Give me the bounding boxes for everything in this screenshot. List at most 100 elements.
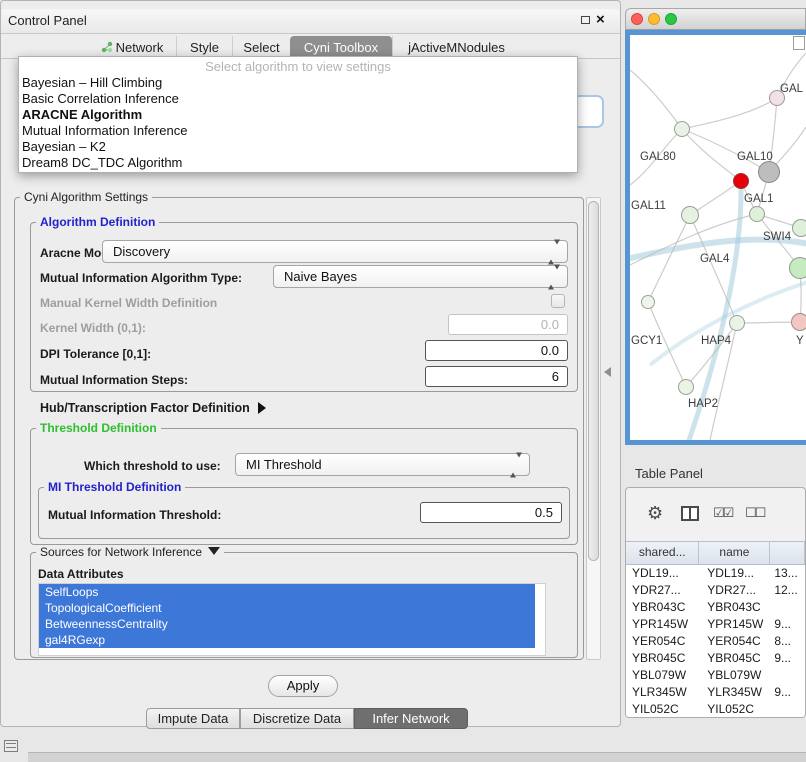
network-node[interactable] bbox=[758, 161, 780, 183]
which-threshold-select[interactable]: MI Threshold bbox=[235, 453, 530, 476]
table-row[interactable]: YPR145WYPR145W9... bbox=[626, 616, 805, 633]
tab-label: Style bbox=[190, 40, 219, 55]
data-attributes-label: Data Attributes bbox=[38, 567, 124, 581]
table-cell: 9... bbox=[770, 684, 805, 701]
table-cell: 12... bbox=[770, 582, 805, 599]
network-node-label: SWI4 bbox=[763, 231, 791, 243]
columns-icon[interactable] bbox=[681, 506, 699, 521]
mi-threshold-group-title: MI Threshold Definition bbox=[44, 481, 185, 494]
combo-arrows-icon bbox=[548, 241, 560, 262]
mi-type-value: Naive Bayes bbox=[284, 269, 357, 284]
mi-threshold-field[interactable]: 0.5 bbox=[420, 502, 562, 523]
settings-scrollbar-thumb[interactable] bbox=[588, 201, 599, 561]
zoom-traffic-light[interactable] bbox=[665, 13, 677, 25]
network-node[interactable] bbox=[641, 295, 655, 309]
close-icon[interactable]: × bbox=[596, 13, 605, 27]
screen: Control Panel × Network Style Select Cyn… bbox=[0, 0, 806, 762]
dropdown-item[interactable]: Mutual Information Inference bbox=[19, 123, 577, 139]
table-cell: YER054C bbox=[626, 633, 699, 650]
dropdown-item-selected[interactable]: ARACNE Algorithm bbox=[19, 107, 577, 123]
algorithm-dropdown-popup: Select algorithm to view settings Bayesi… bbox=[18, 56, 578, 173]
sources-disclosure[interactable]: Sources for Network Inference bbox=[36, 546, 224, 559]
network-node-label: Y bbox=[796, 335, 804, 347]
list-item[interactable]: TopologicalCoefficient bbox=[39, 600, 535, 616]
network-node-label: HAP4 bbox=[701, 335, 731, 347]
aracne-mode-select[interactable]: Discovery bbox=[102, 240, 568, 263]
select-all-icon[interactable]: ☑☑ bbox=[713, 505, 732, 521]
network-node[interactable] bbox=[729, 315, 745, 331]
network-node[interactable] bbox=[674, 121, 690, 137]
aracne-mode-value: Discovery bbox=[113, 244, 170, 259]
table-cell: YBR043C bbox=[626, 599, 699, 616]
network-icon bbox=[101, 41, 113, 53]
network-node[interactable] bbox=[749, 206, 765, 222]
table-row[interactable]: YDR27...YDR27...12... bbox=[626, 582, 805, 599]
dropdown-item[interactable]: Bayesian – Hill Climbing bbox=[19, 75, 577, 91]
kernel-width-field[interactable]: 0.0 bbox=[448, 314, 568, 335]
dropdown-item[interactable]: Basic Correlation Inference bbox=[19, 91, 577, 107]
network-node[interactable] bbox=[792, 219, 806, 237]
gear-icon[interactable]: ⚙ bbox=[647, 503, 663, 524]
column-header[interactable]: shared... bbox=[626, 542, 699, 564]
table-cell: YDR27... bbox=[626, 582, 699, 599]
table-cell: YBR045C bbox=[626, 650, 699, 667]
list-item[interactable]: BetweennessCentrality bbox=[39, 616, 535, 632]
manual-kernel-checkbox[interactable] bbox=[551, 294, 565, 308]
table-cell: YDL19... bbox=[699, 565, 770, 582]
network-node[interactable] bbox=[681, 206, 699, 224]
minimize-traffic-light[interactable] bbox=[648, 13, 660, 25]
table-cell: YDR27... bbox=[699, 582, 770, 599]
mi-type-select[interactable]: Naive Bayes bbox=[273, 265, 568, 288]
threshold-definition-title: Threshold Definition bbox=[36, 422, 161, 435]
network-node[interactable] bbox=[789, 257, 806, 279]
list-item[interactable]: SelfLoops bbox=[39, 584, 535, 600]
combo-arrows-icon bbox=[510, 454, 522, 475]
bottom-status-strip bbox=[28, 752, 806, 762]
table-row[interactable]: YIL052CYIL052C bbox=[626, 701, 805, 718]
column-header[interactable] bbox=[770, 542, 805, 564]
network-node[interactable] bbox=[678, 379, 694, 395]
dpi-tolerance-label: DPI Tolerance [0,1]: bbox=[40, 347, 151, 361]
network-node-label: GCY1 bbox=[631, 335, 662, 347]
table-row[interactable]: YBL079WYBL079W bbox=[626, 667, 805, 684]
table-row[interactable]: YBR043CYBR043C bbox=[626, 599, 805, 616]
network-canvas[interactable]: GALGAL80GAL10GAL1GAL11SWI4GAL4GCY1HAP4YH… bbox=[630, 35, 806, 440]
network-node-label: GAL10 bbox=[737, 151, 773, 163]
deselect-all-icon[interactable]: ☐☐ bbox=[745, 505, 764, 521]
panel-grip-icon[interactable] bbox=[4, 740, 18, 752]
canvas-scrollbar-button[interactable] bbox=[793, 36, 805, 50]
algorithm-definition-title: Algorithm Definition bbox=[36, 216, 159, 229]
table-cell: YDL19... bbox=[626, 565, 699, 582]
table-cell: 9... bbox=[770, 616, 805, 633]
table-cell: 9... bbox=[770, 650, 805, 667]
collapse-split-arrow-icon[interactable] bbox=[604, 367, 611, 377]
list-item[interactable]: gal4RGexp bbox=[39, 632, 535, 648]
table-cell: YBL079W bbox=[699, 667, 770, 684]
dropdown-item[interactable]: Dream8 DC_TDC Algorithm bbox=[19, 155, 577, 171]
float-window-icon[interactable] bbox=[581, 16, 590, 24]
table-cell: YLR345W bbox=[699, 684, 770, 701]
tab-impute-data[interactable]: Impute Data bbox=[146, 708, 240, 729]
close-traffic-light[interactable] bbox=[631, 13, 643, 25]
tab-infer-network[interactable]: Infer Network bbox=[354, 708, 468, 729]
tab-discretize-data[interactable]: Discretize Data bbox=[240, 708, 354, 729]
dropdown-placeholder: Select algorithm to view settings bbox=[19, 59, 577, 75]
mi-steps-field[interactable]: 6 bbox=[425, 366, 568, 387]
table-row[interactable]: YDL19...YDL19...13... bbox=[626, 565, 805, 582]
apply-button[interactable]: Apply bbox=[268, 675, 338, 697]
column-header[interactable]: name bbox=[699, 542, 770, 564]
sources-title: Sources for Network Inference bbox=[40, 545, 202, 559]
hub-definition-disclosure[interactable]: Hub/Transcription Factor Definition bbox=[40, 401, 266, 415]
table-row[interactable]: YER054CYER054C8... bbox=[626, 633, 805, 650]
table-row[interactable]: YBR045CYBR045C9... bbox=[626, 650, 805, 667]
table-row[interactable]: YLR345WYLR345W9... bbox=[626, 684, 805, 701]
dropdown-item[interactable]: Bayesian – K2 bbox=[19, 139, 577, 155]
manual-kernel-label: Manual Kernel Width Definition bbox=[40, 296, 217, 310]
network-node[interactable] bbox=[791, 313, 806, 331]
network-node-label: GAL11 bbox=[631, 200, 666, 212]
control-panel-titlebar[interactable] bbox=[1, 9, 620, 34]
table-cell bbox=[770, 599, 805, 616]
tab-label: jActiveMNodules bbox=[408, 40, 505, 55]
network-node[interactable] bbox=[733, 173, 749, 189]
dpi-tolerance-field[interactable]: 0.0 bbox=[425, 340, 568, 361]
